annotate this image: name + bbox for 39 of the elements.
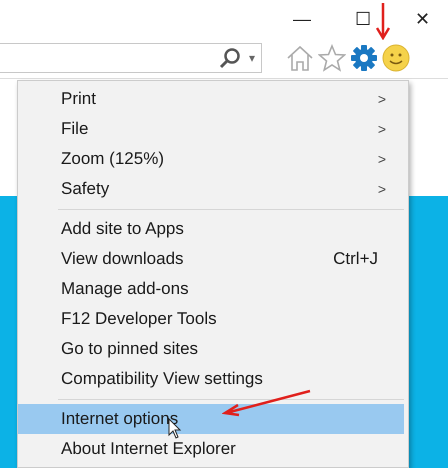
smiley-icon[interactable] bbox=[382, 44, 410, 72]
menu-item-label: Print bbox=[61, 89, 97, 109]
menu-item[interactable]: Internet options bbox=[18, 404, 404, 434]
menu-item-label: File bbox=[61, 119, 90, 139]
menu-item[interactable]: Add site to Apps bbox=[18, 214, 404, 244]
menu-item[interactable]: View downloads Ctrl+J bbox=[18, 244, 404, 274]
menu-item-label: Internet options bbox=[61, 409, 180, 429]
menu-item-label: Go to pinned sites bbox=[61, 339, 200, 359]
annotation-arrow bbox=[375, 2, 391, 40]
menu-item[interactable]: Safety > bbox=[18, 174, 404, 204]
star-icon[interactable] bbox=[318, 44, 346, 72]
menu-item-label: About Internet Explorer bbox=[61, 439, 237, 459]
menu-item[interactable]: About Internet Explorer bbox=[18, 434, 404, 464]
shortcut-label: Ctrl+J bbox=[333, 249, 378, 269]
menu-item[interactable]: Manage add-ons bbox=[18, 274, 404, 304]
menu-item-label: Add site to Apps bbox=[61, 219, 185, 239]
menu-item-label: F12 Developer Tools bbox=[61, 309, 218, 329]
submenu-arrow: > bbox=[378, 181, 386, 197]
menu-item-label: Manage add-ons bbox=[61, 279, 190, 299]
menu-item[interactable]: Zoom (125%) > bbox=[18, 144, 404, 174]
minimize-button[interactable]: — bbox=[293, 8, 311, 30]
dropdown-arrow[interactable]: ▾ bbox=[249, 51, 255, 65]
settings-icon[interactable] bbox=[350, 44, 378, 72]
menu-item[interactable]: F12 Developer Tools bbox=[18, 304, 404, 334]
search-icon[interactable] bbox=[219, 47, 241, 69]
submenu-arrow: > bbox=[378, 121, 386, 137]
menu-item-label: Zoom (125%) bbox=[61, 149, 165, 169]
menu-item-label: Safety bbox=[61, 179, 110, 199]
menu-item[interactable]: Compatibility View settings bbox=[18, 364, 404, 394]
address-field[interactable]: ▾ bbox=[0, 43, 262, 73]
menu-item[interactable]: Go to pinned sites bbox=[18, 334, 404, 364]
close-button[interactable]: ✕ bbox=[415, 8, 430, 30]
maximize-button[interactable]: ☐ bbox=[355, 8, 371, 30]
submenu-arrow: > bbox=[378, 91, 386, 107]
menu-item[interactable]: File > bbox=[18, 114, 404, 144]
menu-item[interactable]: Print > bbox=[18, 84, 404, 114]
menu-item-label: Compatibility View settings bbox=[61, 369, 264, 389]
submenu-arrow: > bbox=[378, 151, 386, 167]
menu-item-label: View downloads bbox=[61, 249, 185, 269]
